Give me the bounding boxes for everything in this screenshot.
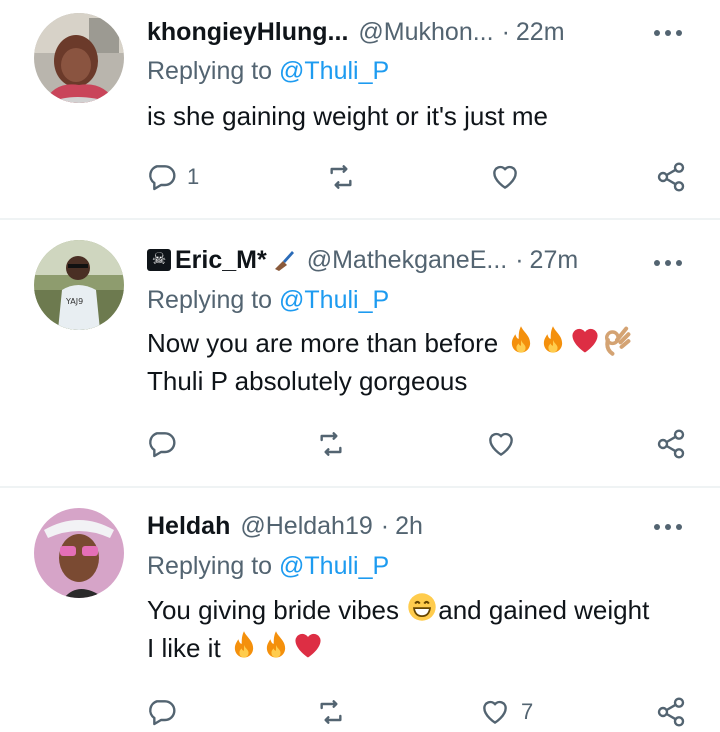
reply-button[interactable]	[145, 424, 177, 464]
separator-dot: ·	[515, 245, 524, 274]
tweet-text: is she gaining weight or it's just me	[147, 97, 548, 135]
mention-link[interactable]: @Thuli_P	[279, 286, 389, 314]
like-button[interactable]	[485, 424, 517, 464]
replying-to: Replying to @Thuli_P	[147, 286, 389, 315]
more-options-button[interactable]	[652, 256, 684, 268]
fire-icon	[512, 326, 531, 353]
share-button[interactable]	[655, 424, 687, 464]
more-options-button[interactable]	[652, 26, 684, 38]
reply-tweet-3[interactable]: Heldah @Heldah19 · 2h Replying to @Thuli…	[0, 488, 720, 727]
reply-icon	[149, 700, 176, 726]
like-icon	[489, 432, 513, 456]
mention-link[interactable]: @Thuli_P	[279, 552, 389, 580]
fire-icon	[544, 326, 563, 353]
fire-icon	[266, 631, 286, 658]
share-button[interactable]	[655, 692, 687, 732]
retweet-icon	[320, 700, 342, 724]
tweet-header: ☠ Eric_M* @MathekganeE... · 27m	[147, 242, 578, 278]
reply-tweet-1[interactable]: khongieyHlung... @Mukhon... · 22m Replyi…	[0, 0, 720, 218]
tweet-text-line: Now you are more than before	[147, 328, 499, 358]
retweet-button[interactable]	[325, 157, 357, 197]
like-icon	[483, 700, 507, 724]
mention-link[interactable]: @Thuli_P	[279, 57, 389, 85]
retweet-icon	[320, 432, 342, 456]
timestamp[interactable]: 22m	[516, 18, 565, 47]
avatar[interactable]	[34, 508, 124, 598]
user-handle[interactable]: @MathekganeE...	[307, 246, 508, 275]
display-name[interactable]: Heldah	[147, 512, 230, 541]
reply-count: 1	[187, 164, 200, 189]
display-name[interactable]: Eric_M*	[175, 246, 267, 275]
fire-icon	[234, 631, 254, 658]
replying-to-label: Replying to	[147, 286, 273, 314]
replying-to-label: Replying to	[147, 552, 273, 580]
tweet-header: Heldah @Heldah19 · 2h	[147, 508, 423, 544]
more-icon	[654, 524, 682, 530]
user-handle[interactable]: @Heldah19	[240, 512, 372, 541]
share-icon	[657, 697, 685, 727]
tweet-text: Now you are more than before Thuli P abs…	[147, 324, 633, 400]
replying-to-label: Replying to	[147, 57, 273, 85]
avatar-photo-1	[34, 13, 124, 103]
red-heart-icon	[572, 328, 599, 353]
replying-to: Replying to @Thuli_P	[147, 57, 389, 86]
timestamp[interactable]: 27m	[530, 246, 579, 275]
more-options-button[interactable]	[652, 520, 684, 532]
share-button[interactable]	[655, 157, 687, 197]
like-button[interactable]: 7	[479, 692, 533, 732]
avatar-photo-3	[34, 508, 124, 598]
more-icon	[654, 30, 682, 36]
share-icon	[657, 162, 685, 192]
tweet-actions: 1	[145, 157, 705, 197]
skull-icon: ☠	[147, 249, 171, 271]
reply-button[interactable]: 1	[145, 157, 199, 197]
retweet-button[interactable]	[315, 692, 347, 732]
avatar-photo-2: YAJ9	[34, 240, 124, 330]
tweet-header: khongieyHlung... @Mukhon... · 22m	[147, 14, 565, 50]
like-icon	[493, 165, 517, 189]
like-button[interactable]	[489, 157, 521, 197]
tweet-text-line: You giving bride vibes	[147, 595, 399, 625]
retweet-button[interactable]	[315, 424, 347, 464]
display-name[interactable]: khongieyHlung...	[147, 18, 348, 47]
reply-button[interactable]	[145, 692, 177, 732]
red-heart-icon	[295, 633, 321, 658]
user-handle[interactable]: @Mukhon...	[358, 18, 493, 47]
avatar[interactable]: YAJ9	[34, 240, 124, 330]
reply-icon	[149, 165, 176, 191]
tweet-text-line: is she gaining weight or it's just me	[147, 101, 548, 131]
avatar[interactable]	[34, 13, 124, 103]
ok-hand-icon	[605, 326, 631, 356]
tweet-text: You giving bride vibes and gained weight…	[147, 591, 649, 667]
tweet-text-line: I like it	[147, 633, 221, 663]
timestamp[interactable]: 2h	[395, 512, 423, 541]
grinning-face-icon	[408, 593, 436, 621]
share-icon	[657, 429, 685, 459]
tweet-actions: 7	[145, 692, 705, 732]
tweet-text-line: Thuli P absolutely gorgeous	[147, 366, 468, 396]
tweet-text-line: and gained weight	[438, 595, 650, 625]
like-count: 7	[521, 699, 534, 724]
svg-text:YAJ9: YAJ9	[65, 297, 83, 306]
retweet-icon	[330, 165, 352, 189]
reply-tweet-2[interactable]: YAJ9 ☠ Eric_M* @MathekganeE... · 27m Rep…	[0, 220, 720, 486]
tweet-actions	[145, 424, 705, 464]
replying-to: Replying to @Thuli_P	[147, 552, 389, 581]
more-icon	[654, 260, 682, 266]
separator-dot: ·	[501, 17, 510, 46]
separator-dot: ·	[380, 511, 390, 540]
reply-icon	[149, 432, 176, 458]
writing-hand-icon	[274, 251, 294, 271]
